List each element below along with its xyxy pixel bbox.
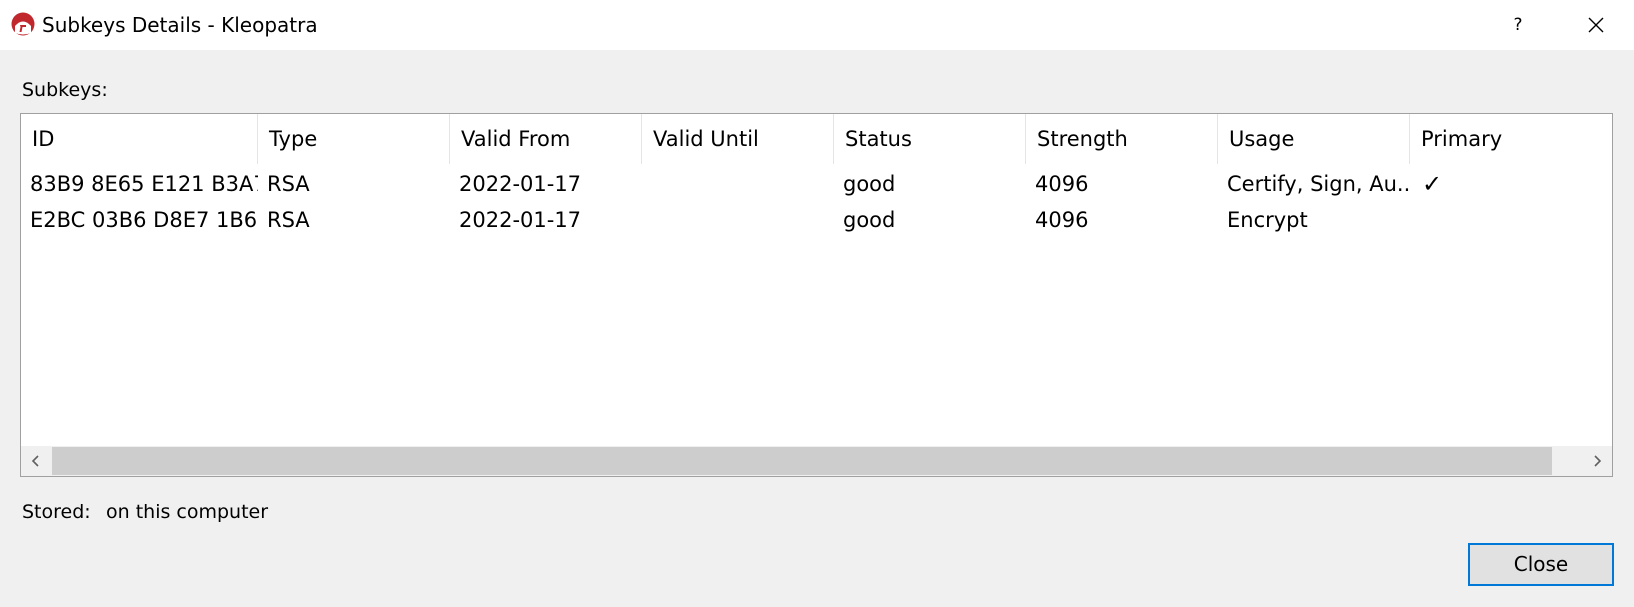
window-close-button[interactable] bbox=[1563, 0, 1629, 50]
column-header-id[interactable]: ID bbox=[21, 114, 258, 164]
table-row[interactable]: E2BC 03B6 D8E7 1B62 RSA 2022-01-17 good … bbox=[21, 202, 1612, 238]
column-header-usage[interactable]: Usage bbox=[1218, 114, 1410, 164]
cell-status: good bbox=[843, 172, 896, 196]
cell-id: 83B9 8E65 E121 B3A7 bbox=[30, 172, 258, 196]
cell-valid-from: 2022-01-17 bbox=[459, 172, 582, 196]
cell-type: RSA bbox=[267, 172, 310, 196]
table-row[interactable]: 83B9 8E65 E121 B3A7 RSA 2022-01-17 good … bbox=[21, 166, 1612, 202]
cell-status: good bbox=[843, 208, 896, 232]
horizontal-scrollbar[interactable] bbox=[21, 446, 1612, 476]
subkeys-table[interactable]: ID Type Valid From Valid Until Status St… bbox=[20, 113, 1613, 477]
column-header-status[interactable]: Status bbox=[834, 114, 1026, 164]
chevron-left-icon bbox=[31, 455, 39, 467]
cell-id: E2BC 03B6 D8E7 1B62 bbox=[30, 208, 258, 232]
kleopatra-app-icon bbox=[11, 12, 35, 36]
title-bar[interactable]: Subkeys Details - Kleopatra ? bbox=[0, 0, 1634, 50]
scroll-left-button[interactable] bbox=[21, 446, 51, 476]
cell-usage: Encrypt bbox=[1227, 208, 1308, 232]
cell-valid-until bbox=[642, 166, 834, 202]
stored-label: Stored: bbox=[22, 501, 91, 523]
column-header-valid-from[interactable]: Valid From bbox=[450, 114, 642, 164]
help-label: ? bbox=[1513, 15, 1523, 35]
cell-primary-checkmark: ✓ bbox=[1422, 170, 1443, 198]
cell-usage: Certify, Sign, Au... bbox=[1227, 172, 1410, 196]
cell-primary bbox=[1410, 202, 1610, 238]
help-button[interactable]: ? bbox=[1485, 0, 1551, 50]
scroll-right-button[interactable] bbox=[1582, 446, 1612, 476]
column-header-type[interactable]: Type bbox=[258, 114, 450, 164]
stored-value: on this computer bbox=[106, 501, 269, 523]
cell-strength: 4096 bbox=[1035, 172, 1089, 196]
window-title: Subkeys Details - Kleopatra bbox=[42, 13, 318, 37]
cell-valid-from: 2022-01-17 bbox=[459, 208, 582, 232]
chevron-right-icon bbox=[1594, 455, 1602, 467]
scrollbar-thumb[interactable] bbox=[52, 447, 1552, 475]
cell-strength: 4096 bbox=[1035, 208, 1089, 232]
cell-valid-until bbox=[642, 202, 834, 238]
subkeys-details-window: Subkeys Details - Kleopatra ? Subkeys: I… bbox=[0, 0, 1634, 607]
close-button[interactable]: Close bbox=[1468, 543, 1614, 586]
cell-type: RSA bbox=[267, 208, 310, 232]
column-header-valid-until[interactable]: Valid Until bbox=[642, 114, 834, 164]
column-header-primary[interactable]: Primary bbox=[1410, 114, 1612, 164]
table-header: ID Type Valid From Valid Until Status St… bbox=[21, 114, 1612, 164]
column-header-strength[interactable]: Strength bbox=[1026, 114, 1218, 164]
close-icon bbox=[1588, 17, 1604, 33]
subkeys-label: Subkeys: bbox=[22, 79, 108, 101]
